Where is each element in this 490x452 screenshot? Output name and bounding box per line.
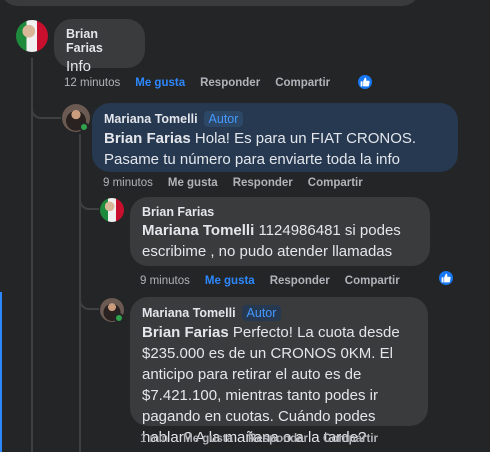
thread-curve-2	[79, 190, 99, 210]
comment-bubble: Brian Farias Info	[54, 19, 145, 75]
comment-author[interactable]: Mariana Tomelli	[104, 112, 198, 126]
share-button[interactable]: Compartir	[308, 177, 363, 189]
comment-text: Info	[66, 58, 92, 75]
like-button[interactable]: Me gusta	[168, 177, 218, 189]
like-reaction[interactable]	[356, 73, 374, 91]
share-button[interactable]: Compartir	[345, 275, 400, 287]
comment-author-row: Brian Farias	[142, 205, 418, 219]
online-status-dot	[79, 122, 89, 132]
comment-timestamp[interactable]: 1 min	[140, 433, 168, 445]
online-status-dot	[114, 313, 124, 323]
comment-author-row: Mariana Tomelli Autor	[104, 111, 446, 127]
thread-line-main	[31, 58, 33, 452]
reply-button[interactable]: Responder	[270, 275, 330, 287]
mention[interactable]: Brian Farias	[104, 130, 191, 147]
thread-curve-1	[31, 95, 61, 119]
author-badge: Autor	[203, 111, 244, 127]
reply-button[interactable]: Responder	[248, 433, 308, 445]
comment-timestamp[interactable]: 12 minutos	[64, 77, 120, 89]
previous-comment-bubble	[0, 0, 420, 6]
comment-author[interactable]: Brian Farias	[66, 27, 133, 55]
scroll-indicator	[0, 292, 2, 452]
comment-bubble: Mariana Tomelli Autor Brian Farias Hola!…	[92, 103, 458, 172]
avatar[interactable]	[16, 20, 48, 52]
author-badge: Autor	[241, 305, 282, 321]
comment-thread: Brian Farias Info 12 minutos Me gusta Re…	[0, 0, 490, 452]
share-button[interactable]: Compartir	[275, 77, 330, 89]
mention[interactable]: Mariana Tomelli	[142, 222, 254, 239]
reply-button[interactable]: Responder	[233, 177, 293, 189]
like-reaction[interactable]	[437, 269, 455, 287]
comment-bubble: Mariana Tomelli Autor Brian Farias Perfe…	[130, 297, 428, 446]
comment-actions: 9 minutos Me gusta Responder Compartir	[140, 275, 400, 287]
comment-bubble: Brian Farias Mariana Tomelli 1124986481 …	[130, 197, 430, 266]
thread-curve-3	[79, 290, 99, 310]
like-button[interactable]: Me gusta	[135, 77, 185, 89]
comment-body: Perfecto! La cuota desde $235.000 es de …	[142, 324, 400, 446]
comment-author[interactable]: Mariana Tomelli	[142, 306, 236, 320]
comment-text: Brian Farias Hola! Es para un FIAT CRONO…	[104, 128, 446, 170]
mention[interactable]: Brian Farias	[142, 324, 229, 341]
thumbs-up-icon	[441, 273, 451, 283]
comment-actions: 1 min Me gusta Responder Compartir	[140, 433, 378, 445]
comment-timestamp[interactable]: 9 minutos	[103, 177, 153, 189]
avatar[interactable]	[100, 198, 124, 222]
comment-actions: 12 minutos Me gusta Responder Compartir	[64, 77, 330, 89]
comment-text: Mariana Tomelli 1124986481 si podes escr…	[142, 220, 418, 262]
share-button[interactable]: Compartir	[323, 433, 378, 445]
reply-button[interactable]: Responder	[200, 77, 260, 89]
comment-timestamp[interactable]: 9 minutos	[140, 275, 190, 287]
comment-author-row: Mariana Tomelli Autor	[142, 305, 416, 321]
comment-author[interactable]: Brian Farias	[142, 205, 214, 219]
comment-text: Brian Farias Perfecto! La cuota desde $2…	[142, 322, 416, 448]
comment-actions: 9 minutos Me gusta Responder Compartir	[103, 177, 363, 189]
comment-author-row: Brian Farias	[66, 27, 133, 55]
like-button[interactable]: Me gusta	[183, 433, 233, 445]
thumbs-up-icon	[360, 77, 370, 87]
like-button[interactable]: Me gusta	[205, 275, 255, 287]
